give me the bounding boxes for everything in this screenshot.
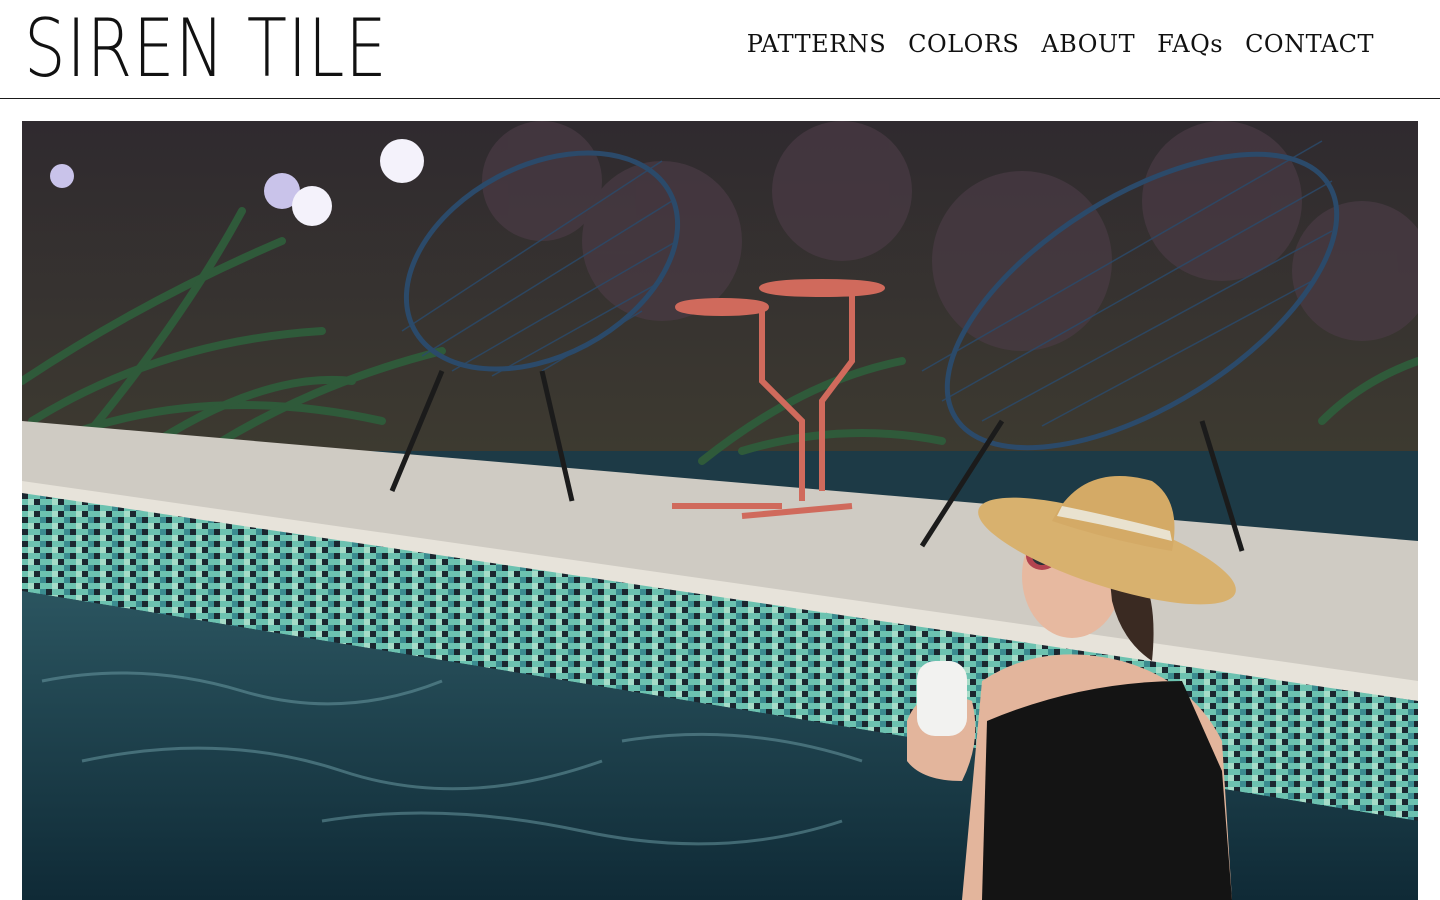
site-logo[interactable]: SIREN TILE [22,9,387,89]
nav-colors[interactable]: COLORS [908,30,1019,58]
site-header: SIREN TILE PATTERNS COLORS ABOUT FAQs CO… [0,0,1440,99]
nav-about[interactable]: ABOUT [1041,30,1135,58]
hero-image [22,121,1418,900]
main-nav: PATTERNS COLORS ABOUT FAQs CONTACT [747,30,1374,58]
nav-faqs[interactable]: FAQs [1157,30,1223,58]
pool-hero-photo [22,121,1418,900]
nav-contact[interactable]: CONTACT [1245,30,1374,58]
logo-wordmark: SIREN TILE [24,2,388,95]
nav-patterns[interactable]: PATTERNS [747,30,886,58]
